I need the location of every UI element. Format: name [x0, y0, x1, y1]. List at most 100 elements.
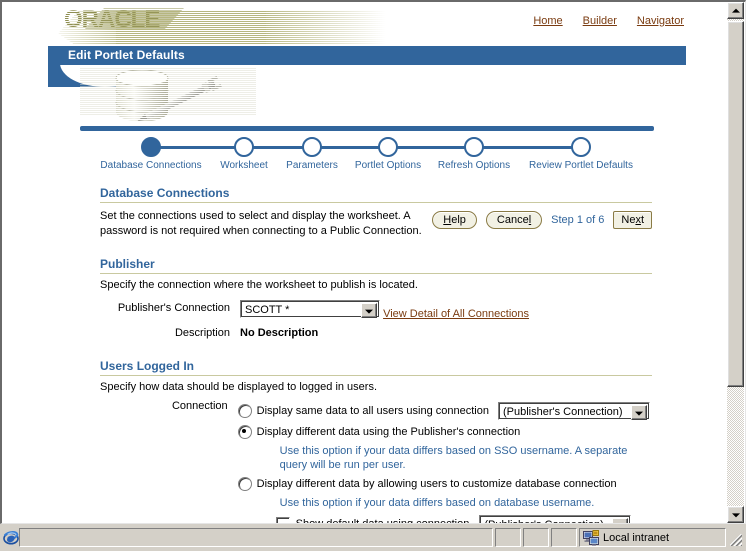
- next-button-label-pre: Ne: [621, 214, 636, 226]
- description-row: Description No Description: [100, 327, 652, 339]
- scroll-up-button[interactable]: [727, 2, 744, 19]
- intro-text: Set the connections used to select and d…: [100, 209, 430, 239]
- connection-option-1[interactable]: Display same data to all users using con…: [237, 402, 652, 420]
- status-panel-2: [495, 528, 521, 547]
- top-navigation: Home Builder Navigator: [533, 15, 684, 27]
- option2-label-post: the Publisher's connection: [389, 426, 521, 438]
- radio-display-same-data[interactable]: [237, 404, 252, 418]
- publisher-divider: [100, 273, 652, 274]
- default-data-connection-select[interactable]: (Publisher's Connection): [479, 515, 632, 523]
- stepper-top-bar: [80, 126, 654, 131]
- step-node-parameters[interactable]: [302, 137, 322, 157]
- step-label-worksheet: Worksheet: [220, 160, 268, 171]
- scrollbar-thumb[interactable]: [727, 21, 744, 387]
- chevron-down-icon[interactable]: [612, 518, 629, 523]
- step-node-refresh-options[interactable]: [464, 137, 484, 157]
- action-buttons: Help Cance l Step 1 of 6 Ne x t: [432, 209, 652, 229]
- option2-label-pre: Display different data usin: [256, 426, 384, 438]
- database-cylinder-with-pen-illustration: [80, 68, 256, 122]
- nav-link-navigator[interactable]: Navigator: [637, 15, 684, 27]
- heading-divider: [100, 202, 652, 203]
- publisher-heading: Publisher: [100, 257, 155, 271]
- scroll-down-button[interactable]: [727, 506, 744, 523]
- scroll-up-arrow-icon: [731, 8, 740, 13]
- help-button-label: elp: [451, 214, 466, 226]
- status-panel-3: [523, 528, 549, 547]
- resize-grip[interactable]: [728, 528, 744, 547]
- publishers-connection-select[interactable]: SCOTT *: [240, 300, 380, 318]
- description-label: Description: [174, 327, 230, 339]
- users-logged-in-description: Specify how data should be displayed to …: [100, 381, 378, 393]
- cancel-button-accesskey: l: [528, 214, 532, 226]
- checkbox-show-default-data-label: Show default data using connection: [296, 518, 470, 523]
- next-button-label-post: t: [640, 214, 644, 226]
- status-panel-4: [551, 528, 577, 547]
- option3-hint: Use this option if your data differs bas…: [279, 497, 595, 509]
- users-logged-in-heading: Users Logged In: [100, 359, 195, 373]
- next-button[interactable]: Ne x t: [613, 211, 652, 229]
- radio-display-different-data-publisher-label: Display different data using the Publish…: [257, 426, 521, 438]
- browser-viewport: ORACLE Home Builder Navigator Edit Portl…: [0, 0, 746, 524]
- publishers-connection-row: Publisher's Connection SCOTT * View Deta…: [100, 300, 652, 320]
- publisher-section: Publisher Specify the connection where t…: [100, 257, 652, 339]
- nav-link-builder[interactable]: Builder: [583, 15, 617, 27]
- same-data-connection-value: (Publisher's Connection): [503, 406, 623, 418]
- show-default-data-row: Show default data using connection (Publ…: [275, 515, 652, 523]
- step-node-worksheet[interactable]: [234, 137, 254, 157]
- step-label-portlet-options: Portlet Options: [354, 160, 422, 171]
- status-message-panel: [19, 528, 493, 547]
- connection-option-2[interactable]: Display different data using the Publish…: [237, 425, 652, 439]
- radio-display-different-data-customize[interactable]: [237, 477, 252, 491]
- publisher-description: Specify the connection where the workshe…: [100, 279, 418, 291]
- publishers-connection-value: SCOTT *: [245, 304, 290, 316]
- intro-line-2: password is not required when connecting…: [100, 225, 422, 237]
- oracle-portal-page: ORACLE Home Builder Navigator Edit Portl…: [2, 2, 716, 523]
- step-node-portlet-options[interactable]: [378, 137, 398, 157]
- help-button[interactable]: Help: [432, 211, 477, 229]
- radio-display-same-data-label: Display same data to all users using con…: [256, 405, 489, 417]
- chevron-down-icon[interactable]: [631, 405, 647, 420]
- step-label-refresh-options: Refresh Options: [437, 160, 511, 171]
- step-node-review-portlet-defaults[interactable]: [571, 137, 591, 157]
- banner-fade-right: [266, 11, 386, 45]
- vertical-scrollbar[interactable]: [727, 2, 744, 523]
- view-detail-of-all-connections-link[interactable]: View Detail of All Connections: [383, 308, 529, 320]
- step-node-database-connections[interactable]: [141, 137, 161, 157]
- cancel-button-label: Cance: [496, 214, 529, 226]
- cancel-button[interactable]: Cance l: [485, 211, 543, 229]
- help-button-accesskey: H: [443, 214, 452, 226]
- intro-line-1: Set the connections used to select and d…: [100, 210, 411, 222]
- users-logged-in-divider: [100, 375, 652, 376]
- browser-status-bar: Local intranet: [0, 524, 746, 551]
- publishers-connection-label: Publisher's Connection: [117, 302, 230, 314]
- nav-link-home[interactable]: Home: [533, 15, 562, 27]
- option2-hint: Use this option if your data differs bas…: [279, 445, 628, 471]
- description-value: No Description: [240, 327, 319, 339]
- intro-row: Set the connections used to select and d…: [100, 209, 652, 239]
- radio-display-different-data-customize-label: Display different data by allowing users…: [256, 478, 617, 490]
- security-zone-label: Local intranet: [603, 531, 670, 544]
- security-zone-panel[interactable]: Local intranet: [579, 528, 726, 547]
- oracle-wordmark-logo: ORACLE: [64, 6, 184, 32]
- default-data-connection-value: (Publisher's Connection): [480, 516, 630, 523]
- page-heading: Database Connections: [100, 186, 230, 200]
- step-label-database-connections: Database Connections: [100, 160, 202, 171]
- radio-display-different-data-publisher[interactable]: [237, 425, 252, 439]
- browser-window: ORACLE Home Builder Navigator Edit Portl…: [0, 0, 746, 551]
- same-data-connection-select[interactable]: (Publisher's Connection): [498, 402, 650, 420]
- internet-explorer-icon: [3, 530, 19, 544]
- checkbox-show-default-data[interactable]: [275, 517, 290, 523]
- connection-label: Connection: [171, 400, 228, 412]
- page-scroll-area: ORACLE Home Builder Navigator Edit Portl…: [2, 2, 716, 523]
- connection-radio-group: Display same data to all users using con…: [237, 402, 652, 523]
- chevron-down-icon[interactable]: [361, 303, 377, 318]
- users-logged-in-section: Users Logged In Specify how data should …: [100, 359, 652, 523]
- step-label-parameters: Parameters: [286, 160, 338, 171]
- scroll-down-arrow-icon: [731, 512, 740, 517]
- connection-option-3[interactable]: Display different data by allowing users…: [237, 477, 652, 491]
- local-intranet-zone-icon: [583, 529, 599, 546]
- step-label-review-portlet-defaults: Review Portlet Defaults: [529, 160, 633, 171]
- wizard-stepper: Database Connections Worksheet Parameter…: [80, 126, 654, 174]
- main-content: Database Connections Set the connections…: [100, 186, 652, 523]
- stepper-connector-line: [151, 146, 581, 149]
